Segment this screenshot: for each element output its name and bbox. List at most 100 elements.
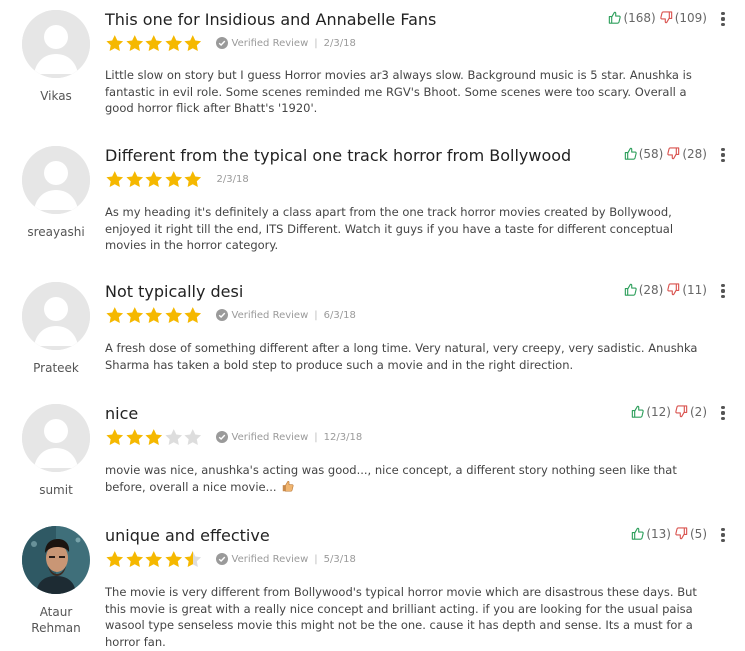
review-author[interactable]: Vikas — [10, 88, 102, 104]
star-full-icon — [144, 34, 164, 52]
star-full-icon — [125, 34, 145, 52]
star-rating — [105, 550, 203, 568]
dislike-count: (109) — [674, 10, 707, 25]
more-vertical-icon[interactable] — [718, 526, 728, 544]
star-full-icon — [105, 34, 125, 52]
dislike-button[interactable]: (28) — [666, 146, 707, 161]
dislike-count: (2) — [690, 404, 707, 419]
like-button[interactable]: (58) — [623, 146, 663, 161]
avatar[interactable] — [22, 146, 90, 214]
review-author[interactable]: sumit — [10, 482, 102, 498]
dislike-count: (11) — [682, 282, 707, 297]
review-date: 12/3/18 — [323, 431, 363, 443]
star-full-icon — [164, 550, 184, 568]
separator: | — [314, 309, 318, 321]
dislike-count: (28) — [682, 146, 707, 161]
star-full-icon — [144, 170, 164, 188]
review-body-text: A fresh dose of something different afte… — [105, 341, 698, 372]
review-date: 5/3/18 — [323, 553, 356, 565]
more-vertical-icon[interactable] — [718, 404, 728, 422]
like-button[interactable]: (12) — [630, 404, 671, 419]
thumbs-up-icon — [632, 527, 645, 540]
verified-label: Verified Review — [231, 553, 309, 565]
like-count: (12) — [646, 404, 671, 419]
star-full-icon — [144, 306, 164, 324]
star-full-icon — [164, 34, 184, 52]
more-vertical-icon[interactable] — [718, 10, 728, 28]
check-circle-icon — [215, 37, 228, 49]
review-body-text: The movie is very different from Bollywo… — [105, 585, 697, 649]
review-meta: 2/3/18 — [105, 169, 249, 189]
review-body: As my heading it's definitely a class ap… — [105, 204, 717, 254]
like-button[interactable]: (13) — [630, 526, 671, 541]
verified-label: Verified Review — [231, 431, 309, 443]
star-rating — [105, 428, 203, 446]
star-rating — [105, 306, 203, 324]
star-full-icon — [125, 170, 145, 188]
thumbs-up-icon — [624, 147, 637, 160]
star-half-icon — [183, 550, 203, 568]
more-vertical-icon[interactable] — [718, 146, 728, 164]
thumbs-up-icon — [632, 405, 645, 418]
vote-controls: (12) (2) — [627, 404, 707, 419]
thumbs-down-icon — [675, 405, 688, 418]
avatar[interactable] — [22, 404, 90, 472]
dislike-button[interactable]: (109) — [659, 10, 707, 25]
review-body-text: Little slow on story but I guess Horror … — [105, 68, 692, 115]
check-circle-icon — [215, 553, 228, 565]
review-date: 2/3/18 — [216, 173, 249, 185]
star-full-icon — [105, 550, 125, 568]
verified-badge: Verified Review | 6/3/18 — [215, 309, 356, 321]
review-title: nice — [105, 404, 139, 423]
vote-controls: (13) (5) — [627, 526, 707, 541]
thumbs-up-icon — [609, 11, 622, 24]
avatar[interactable] — [22, 10, 90, 78]
review-title: Different from the typical one track hor… — [105, 146, 572, 165]
star-full-icon — [183, 306, 203, 324]
review-date: 2/3/18 — [323, 37, 356, 49]
like-button[interactable]: (168) — [607, 10, 656, 25]
like-button[interactable]: (28) — [623, 282, 664, 297]
more-vertical-icon[interactable] — [718, 282, 728, 300]
star-full-icon — [105, 306, 125, 324]
check-circle-icon — [215, 431, 228, 443]
dislike-button[interactable]: (5) — [674, 526, 707, 541]
review-body-text: movie was nice, anushka's acting was goo… — [105, 463, 677, 494]
verified-badge: Verified Review | 2/3/18 — [215, 37, 356, 49]
review-meta: Verified Review | 12/3/18 — [105, 427, 362, 447]
review-body: Little slow on story but I guess Horror … — [105, 67, 717, 117]
review-title: Not typically desi — [105, 282, 244, 301]
star-full-icon — [183, 34, 203, 52]
star-full-icon — [125, 306, 145, 324]
avatar[interactable] — [22, 526, 90, 594]
review-body-text: As my heading it's definitely a class ap… — [105, 205, 674, 252]
review-body: A fresh dose of something different afte… — [105, 340, 717, 373]
thumbs-up-icon — [624, 283, 637, 296]
star-full-icon — [183, 170, 203, 188]
separator: | — [314, 553, 318, 565]
like-count: (28) — [638, 282, 664, 297]
vote-controls: (58) (28) — [620, 146, 707, 161]
review-author[interactable]: Ataur Rehman — [21, 604, 91, 636]
thumbs-down-icon — [675, 527, 688, 540]
review-body: movie was nice, anushka's acting was goo… — [105, 462, 717, 495]
star-full-icon — [164, 306, 184, 324]
review-author[interactable]: Prateek — [10, 360, 102, 376]
star-full-icon — [144, 428, 164, 446]
verified-label: Verified Review — [231, 37, 309, 49]
separator: | — [314, 37, 318, 49]
review-date: 6/3/18 — [323, 309, 356, 321]
like-count: (13) — [646, 526, 671, 541]
star-full-icon — [105, 170, 125, 188]
dislike-button[interactable]: (2) — [674, 404, 707, 419]
review-title: This one for Insidious and Annabelle Fan… — [105, 10, 437, 29]
thumbs-up-emoji — [277, 480, 295, 494]
dislike-button[interactable]: (11) — [666, 282, 707, 297]
verified-label: Verified Review — [231, 309, 309, 321]
check-circle-icon — [215, 309, 228, 321]
like-count: (168) — [623, 10, 656, 25]
star-rating — [105, 34, 203, 52]
avatar[interactable] — [22, 282, 90, 350]
dislike-count: (5) — [690, 526, 707, 541]
review-author[interactable]: sreayashi — [10, 224, 102, 240]
